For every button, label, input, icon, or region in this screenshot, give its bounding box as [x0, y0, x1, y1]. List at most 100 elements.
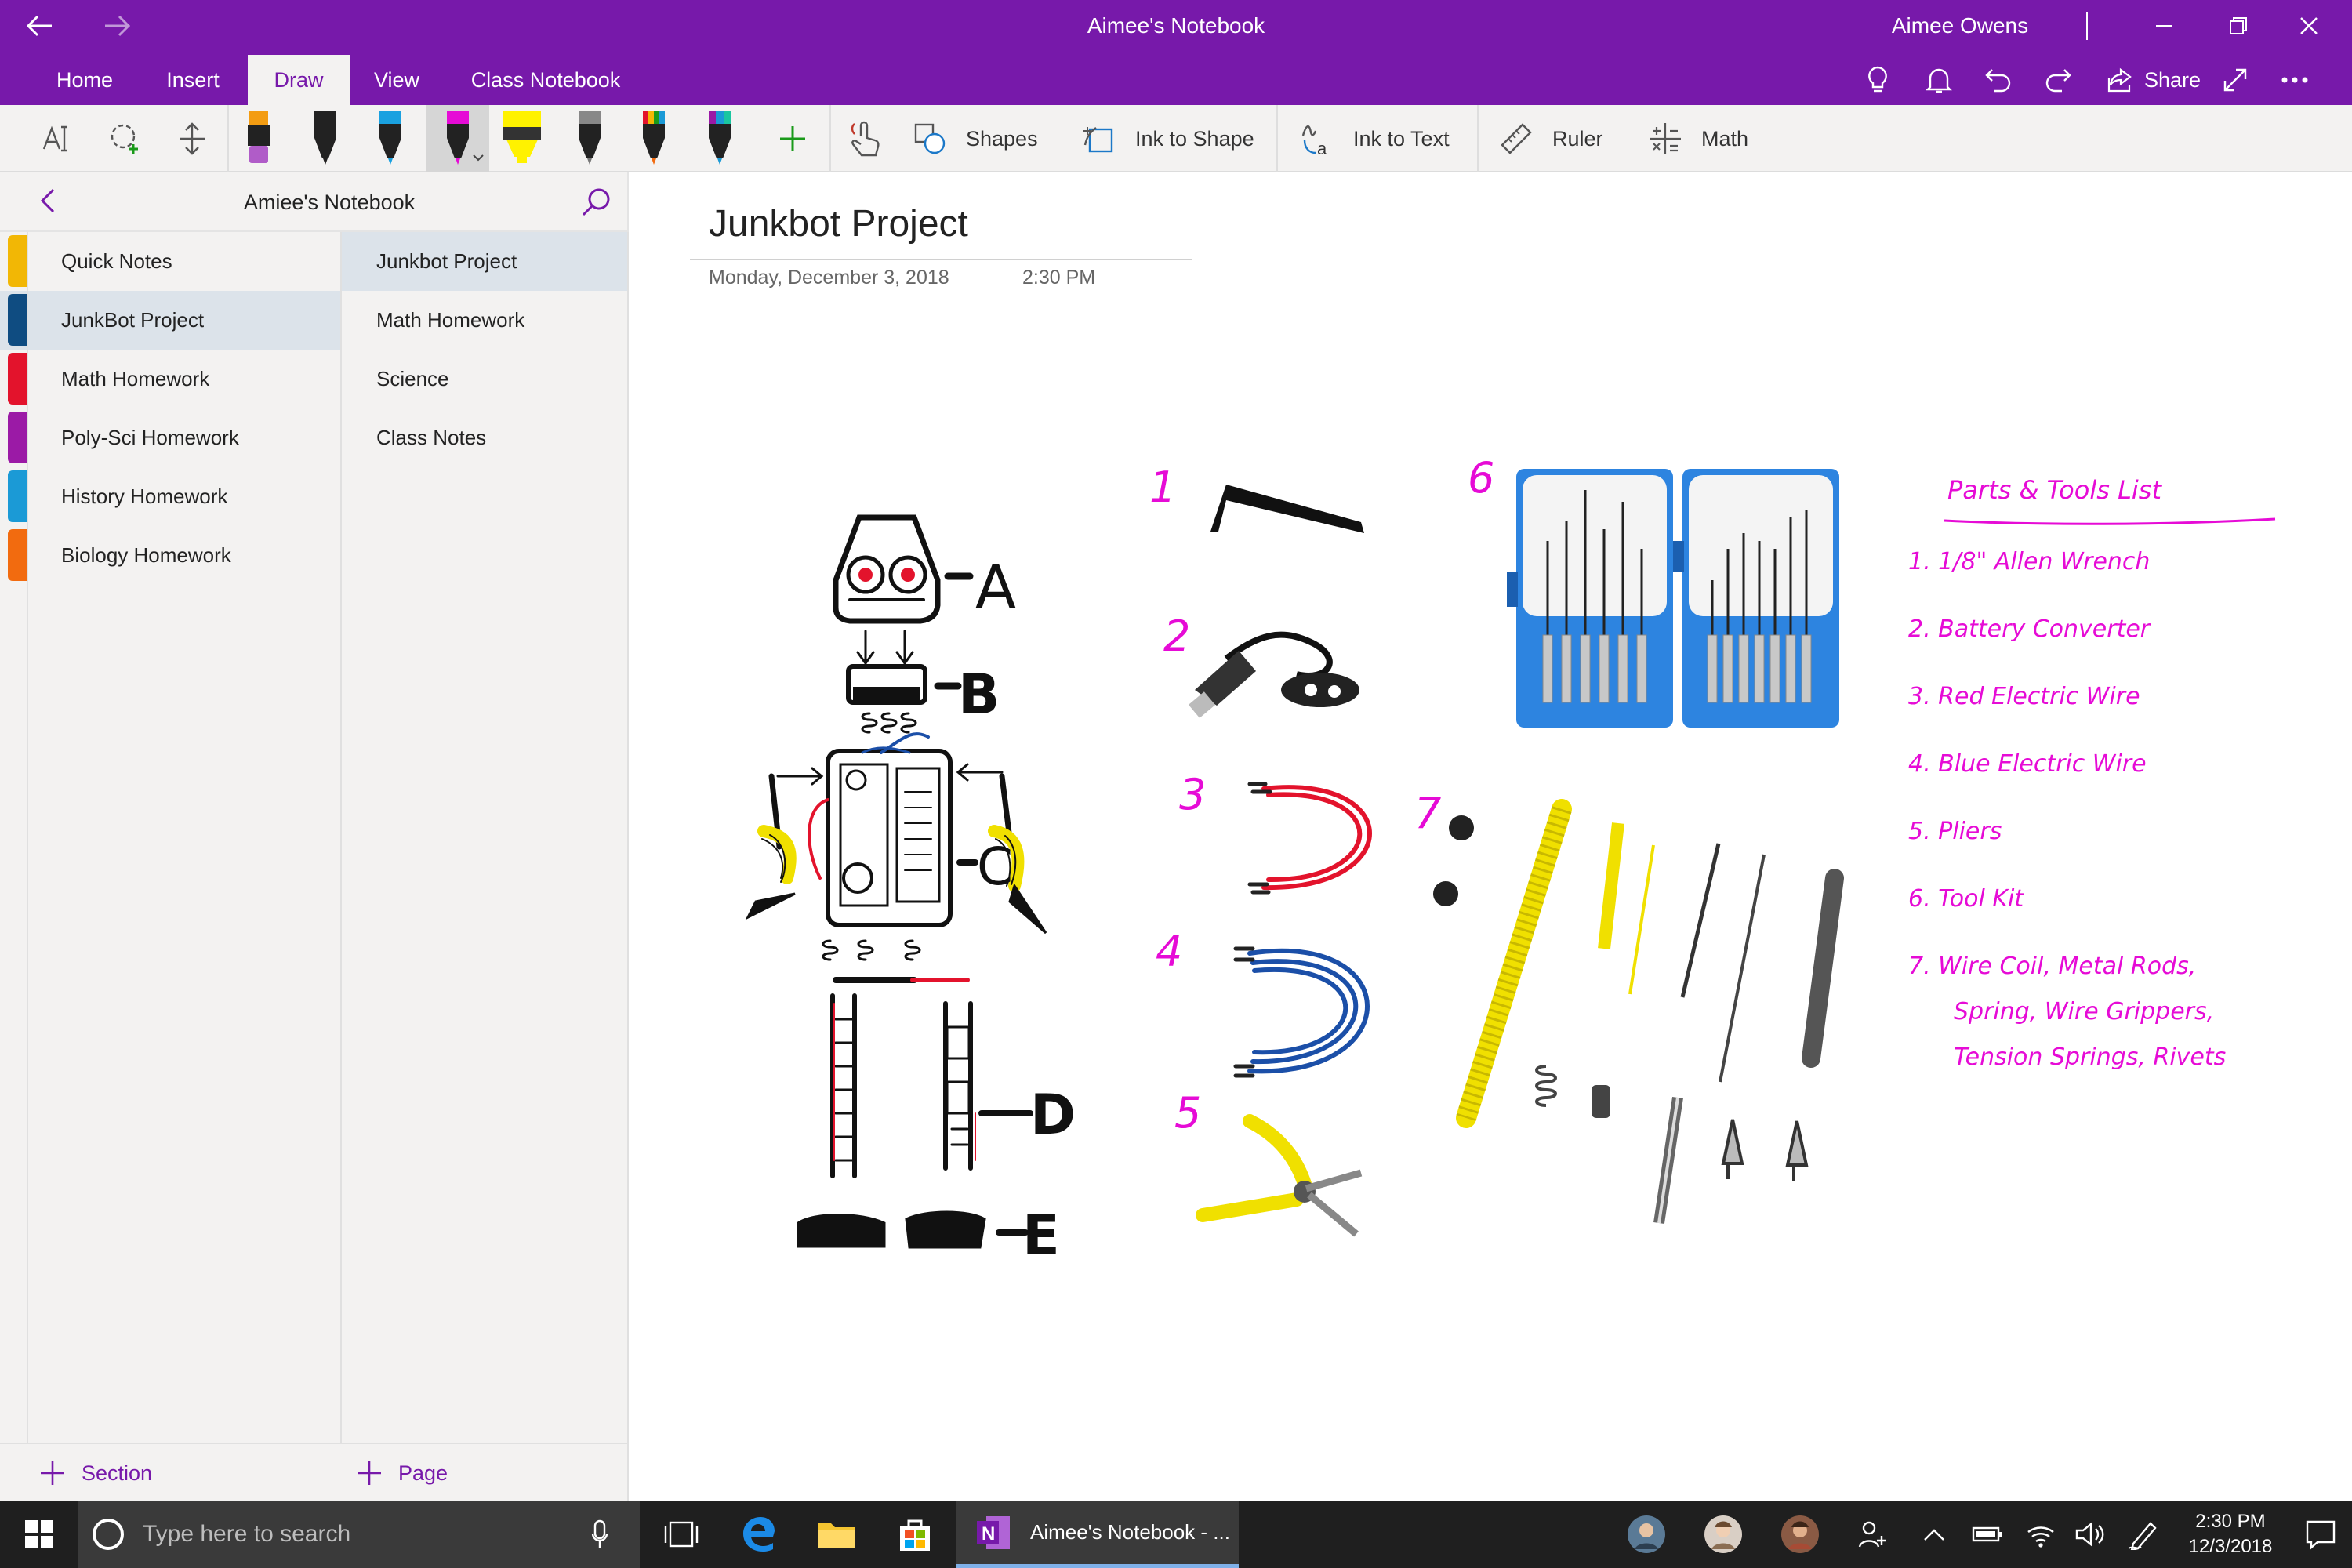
- user-name[interactable]: Aimee Owens: [1850, 0, 2070, 52]
- section-math-homework[interactable]: Math Homework: [0, 350, 340, 408]
- collapse-nav-button[interactable]: [39, 187, 56, 219]
- arrow-left-icon: [26, 15, 52, 37]
- notebook-name[interactable]: Amiee's Notebook: [125, 172, 533, 232]
- minimize-button[interactable]: [2132, 0, 2195, 52]
- robot-label-d: D: [1030, 1083, 1076, 1147]
- chevron-up-icon: [1924, 1529, 1944, 1541]
- section-history-homework[interactable]: History Homework: [0, 467, 340, 526]
- page-junkbot-project[interactable]: Junkbot Project: [342, 232, 627, 291]
- forward-button[interactable]: [86, 0, 149, 52]
- avatar-icon: [1781, 1515, 1819, 1553]
- pen-gradient-icon: [709, 111, 731, 165]
- metal-rod-yellow: [1598, 822, 1624, 949]
- page-canvas[interactable]: Junkbot Project Monday, December 3, 2018…: [630, 172, 2352, 1501]
- pen-blue[interactable]: [367, 105, 414, 172]
- section-junkbot-project[interactable]: JunkBot Project: [0, 291, 340, 350]
- tab-view[interactable]: View: [358, 55, 436, 105]
- contact-avatar-1[interactable]: [1615, 1501, 1678, 1568]
- page-math-homework[interactable]: Math Homework: [342, 291, 627, 350]
- add-space-button[interactable]: [165, 105, 220, 172]
- taskbar-onenote-app[interactable]: N Aimee's Notebook - ...: [956, 1501, 1239, 1568]
- add-page-button[interactable]: Page: [356, 1444, 448, 1502]
- ruler-label: Ruler: [1552, 126, 1603, 151]
- draw-with-touch-button[interactable]: [837, 105, 892, 172]
- lasso-select-button[interactable]: [98, 105, 153, 172]
- robot-foot-left: [797, 1214, 886, 1248]
- share-button[interactable]: Share: [2095, 55, 2212, 105]
- network-button[interactable]: [2013, 1501, 2068, 1568]
- tab-draw[interactable]: Draw: [248, 55, 350, 105]
- people-button[interactable]: [1842, 1501, 1905, 1568]
- volume-button[interactable]: [2062, 1501, 2117, 1568]
- close-button[interactable]: [2278, 0, 2340, 52]
- parts-list-item-2: 2. Battery Converter: [1908, 615, 2151, 643]
- section-quick-notes[interactable]: Quick Notes: [0, 232, 340, 291]
- search-button[interactable]: [580, 187, 612, 222]
- store-button[interactable]: [881, 1501, 949, 1568]
- math-button[interactable]: Math: [1648, 105, 1748, 172]
- pen-ocean[interactable]: [696, 105, 743, 172]
- page-science[interactable]: Science: [342, 350, 627, 408]
- more-options-button[interactable]: [2267, 55, 2322, 105]
- pen-magenta-selected[interactable]: [426, 105, 489, 172]
- full-screen-button[interactable]: [2208, 55, 2263, 105]
- section-biology-homework[interactable]: Biology Homework: [0, 526, 340, 585]
- highlighter-yellow[interactable]: [499, 105, 546, 172]
- chevron-down-icon: [473, 154, 484, 162]
- contact-avatar-3[interactable]: [1769, 1501, 1831, 1568]
- part-number-7: 7: [1414, 789, 1441, 838]
- edge-browser-button[interactable]: [724, 1501, 792, 1568]
- action-center-button[interactable]: [2289, 1501, 2352, 1568]
- show-hidden-icons-button[interactable]: [1907, 1501, 1962, 1568]
- pen-black[interactable]: [302, 105, 349, 172]
- ink-drawing[interactable]: A B C D E 1 2 3 4 5 6 7 Parts & Tools Li…: [630, 172, 2352, 1501]
- parts-list-item-7c: Tension Springs, Rivets: [1954, 1044, 2226, 1071]
- pen-galaxy[interactable]: [630, 105, 677, 172]
- ruler-button[interactable]: Ruler: [1499, 105, 1603, 172]
- section-color-tab: [8, 470, 27, 522]
- section-poly-sci-homework[interactable]: Poly-Sci Homework: [0, 408, 340, 467]
- shapes-button[interactable]: Shapes: [913, 105, 1038, 172]
- edge-icon: [743, 1517, 775, 1552]
- store-bag-icon: [900, 1519, 930, 1551]
- pencil-icon: [579, 111, 601, 165]
- shapes-icon: [914, 123, 946, 154]
- add-section-button[interactable]: Section: [39, 1444, 152, 1502]
- add-pen-button[interactable]: [765, 105, 820, 172]
- taskbar-clock[interactable]: 2:30 PM 12/3/2018: [2172, 1501, 2289, 1568]
- back-button[interactable]: [8, 0, 71, 52]
- ribbon-divider: [227, 105, 229, 172]
- clock-time: 2:30 PM: [2195, 1511, 2266, 1532]
- file-explorer-button[interactable]: [803, 1501, 870, 1568]
- windows-ink-button[interactable]: [2114, 1501, 2172, 1568]
- notifications-button[interactable]: [1911, 55, 1966, 105]
- avatar-icon: [1628, 1515, 1665, 1553]
- task-view-button[interactable]: [648, 1501, 715, 1568]
- pencil-gray[interactable]: [566, 105, 613, 172]
- taskbar-search-box[interactable]: Type here to search: [78, 1501, 640, 1568]
- ink-to-shape-button[interactable]: Ink to Shape: [1082, 105, 1254, 172]
- navigation-header: Amiee's Notebook: [0, 172, 629, 232]
- rivet: [1449, 815, 1474, 840]
- eraser-tool[interactable]: [235, 105, 282, 172]
- redo-button[interactable]: [2031, 55, 2085, 105]
- ink-to-text-button[interactable]: a Ink to Text: [1300, 105, 1450, 172]
- parts-list[interactable]: Parts & Tools List 1. 1/8" Allen Wrench …: [1908, 475, 2276, 1071]
- plus-icon: [41, 1461, 64, 1485]
- tab-home[interactable]: Home: [31, 55, 138, 105]
- ink-to-shape-icon: [1083, 127, 1113, 153]
- tab-class-notebook[interactable]: Class Notebook: [452, 55, 640, 105]
- tab-insert[interactable]: Insert: [146, 55, 240, 105]
- undo-button[interactable]: [1971, 55, 2026, 105]
- rivet: [1433, 881, 1458, 906]
- parts-list-item-6: 6. Tool Kit: [1908, 885, 2024, 913]
- contact-avatar-2[interactable]: [1692, 1501, 1755, 1568]
- battery-button[interactable]: [1960, 1501, 2015, 1568]
- type-tool-button[interactable]: [31, 105, 86, 172]
- start-button[interactable]: [0, 1501, 78, 1568]
- page-class-notes[interactable]: Class Notes: [342, 408, 627, 467]
- restore-button[interactable]: [2207, 0, 2270, 52]
- parts-list-item-3: 3. Red Electric Wire: [1908, 683, 2140, 710]
- tell-me-button[interactable]: [1850, 55, 1905, 105]
- eraser-icon: [248, 111, 270, 163]
